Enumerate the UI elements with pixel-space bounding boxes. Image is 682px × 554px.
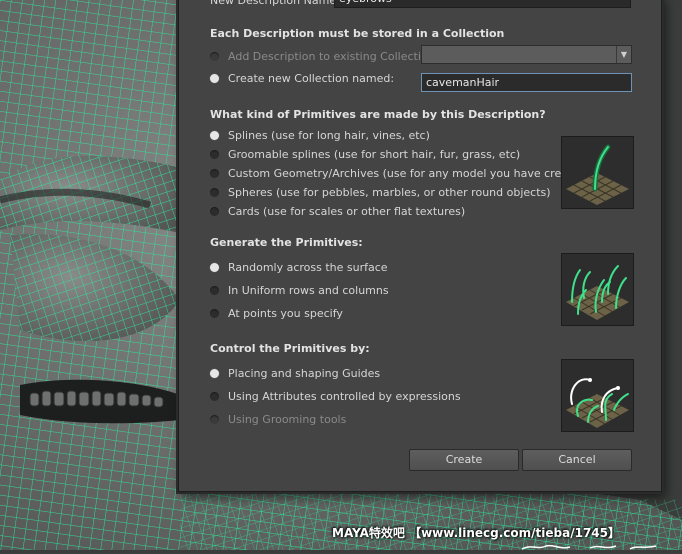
create-xgen-description-dialog: New Description Name: eyebrows Each Desc… <box>178 0 662 492</box>
existing-collection-dropdown[interactable]: ▼ <box>421 45 632 64</box>
control-heading: Control the Primitives by: <box>210 342 370 355</box>
watermark-text: MAYA特效吧 【www.linecg.com/tieba/1745】 <box>332 526 621 540</box>
description-name-input[interactable]: eyebrows <box>334 0 631 8</box>
description-name-label: New Description Name: <box>210 0 340 7</box>
radio-indicator <box>210 392 219 401</box>
primitive-option-label: Cards (use for scales or other flat text… <box>228 205 466 218</box>
chevron-down-icon: ▼ <box>616 46 631 63</box>
spline-preview-icon <box>561 136 634 209</box>
handwritten-signature <box>521 544 657 550</box>
primitive-option-label: Splines (use for long hair, vines, etc) <box>228 129 430 142</box>
primitives-heading: What kind of Primitives are made by this… <box>210 108 546 121</box>
radio-indicator <box>210 131 219 140</box>
collection-heading: Each Description must be stored in a Col… <box>210 27 505 40</box>
create-button[interactable]: Create <box>409 449 519 471</box>
collection-name-input[interactable]: cavemanHair <box>421 73 632 92</box>
primitive-option-label: Spheres (use for pebbles, marbles, or ot… <box>228 186 551 199</box>
collection-name-value: cavemanHair <box>426 76 500 89</box>
radio-indicator <box>210 169 219 178</box>
control-option-label: Placing and shaping Guides <box>228 367 381 380</box>
add-existing-collection-label: Add Description to existing Collection: <box>228 50 439 63</box>
radio-indicator <box>210 415 219 424</box>
primitive-option-label: Custom Geometry/Archives (use for any mo… <box>228 167 591 180</box>
radio-indicator <box>210 207 219 216</box>
radio-indicator <box>210 286 219 295</box>
guides-preview-icon <box>561 359 634 432</box>
generate-option-label: At points you specify <box>228 307 343 320</box>
create-new-collection-label: Create new Collection named: <box>228 72 395 85</box>
generate-option-label: Randomly across the surface <box>228 261 388 274</box>
radio-indicator <box>210 263 219 272</box>
control-option-label: Using Attributes controlled by expressio… <box>228 390 461 403</box>
cancel-button[interactable]: Cancel <box>522 449 632 471</box>
control-option-label: Using Grooming tools <box>228 413 347 426</box>
description-name-value: eyebrows <box>339 0 392 5</box>
radio-indicator <box>210 52 219 61</box>
radio-indicator <box>210 309 219 318</box>
radio-indicator <box>210 188 219 197</box>
random-generation-preview-icon <box>561 253 634 326</box>
radio-indicator <box>210 74 219 83</box>
generate-heading: Generate the Primitives: <box>210 236 363 249</box>
radio-indicator <box>210 150 219 159</box>
radio-indicator <box>210 369 219 378</box>
primitive-option-label: Groomable splines (use for short hair, f… <box>228 148 521 161</box>
generate-option-label: In Uniform rows and columns <box>228 284 389 297</box>
